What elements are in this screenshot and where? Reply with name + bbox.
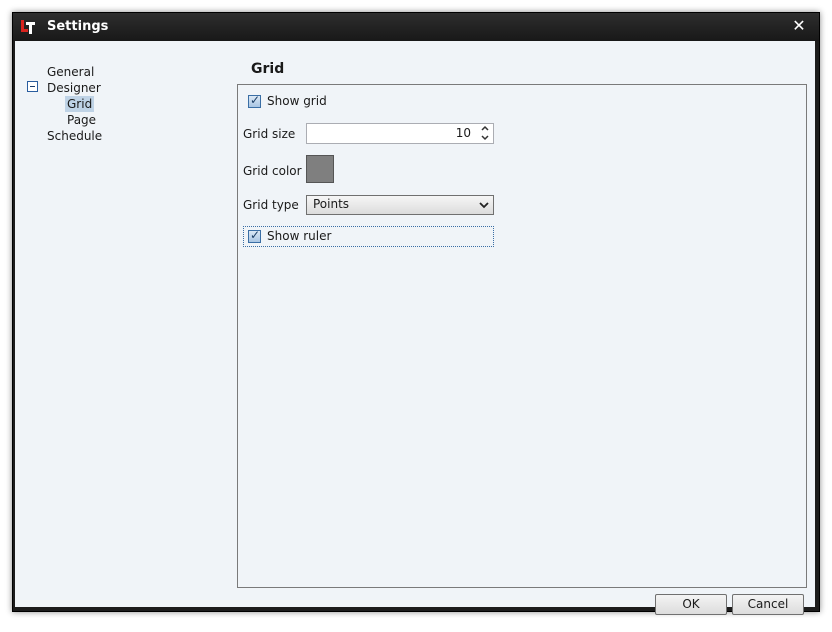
window-title: Settings: [47, 19, 109, 34]
grid-color-picker[interactable]: [306, 155, 334, 183]
show-grid-label[interactable]: Show grid: [267, 93, 327, 109]
spin-down-icon[interactable]: [479, 133, 491, 142]
settings-window: Settings ✕ General Designer Grid Page Sc…: [12, 12, 820, 615]
grid-size-spinner[interactable]: 10: [306, 123, 494, 144]
show-ruler-checkbox[interactable]: ✓: [248, 228, 261, 243]
cancel-button[interactable]: Cancel: [732, 594, 804, 615]
tree-item-designer[interactable]: Designer: [45, 80, 103, 96]
close-button[interactable]: ✕: [789, 16, 809, 36]
dialog-body: General Designer Grid Page Schedule Grid…: [15, 41, 815, 615]
show-grid-checkbox[interactable]: ✓: [248, 93, 261, 108]
tree-item-grid[interactable]: Grid: [65, 96, 95, 112]
spin-up-icon[interactable]: [479, 124, 491, 133]
spinner-arrows: [479, 124, 491, 143]
grid-size-label: Grid size: [243, 127, 296, 141]
checkmark-icon: ✓: [250, 228, 261, 242]
collapse-icon[interactable]: [27, 81, 38, 92]
app-icon: [21, 20, 35, 34]
grid-color-label: Grid color: [243, 164, 302, 178]
grid-size-value[interactable]: 10: [456, 126, 471, 140]
close-icon[interactable]: ✕: [792, 16, 805, 35]
chevron-down-icon[interactable]: [479, 200, 489, 210]
title-bar: Settings ✕: [13, 13, 819, 41]
section-title: Grid: [251, 61, 285, 77]
settings-tree: General Designer Grid Page Schedule: [15, 41, 235, 607]
ok-button[interactable]: OK: [655, 594, 727, 615]
tree-item-page[interactable]: Page: [65, 112, 98, 128]
checkmark-icon: ✓: [250, 93, 261, 107]
show-ruler-label[interactable]: Show ruler: [267, 228, 331, 244]
tree-item-schedule[interactable]: Schedule: [45, 128, 104, 144]
grid-type-select[interactable]: Points: [306, 195, 494, 215]
grid-type-label: Grid type: [243, 198, 299, 212]
grid-type-value[interactable]: Points: [313, 197, 349, 211]
tree-item-general[interactable]: General: [45, 64, 96, 80]
grid-settings-panel: ✓ Show grid Grid size 10 Grid color Grid…: [237, 84, 807, 588]
